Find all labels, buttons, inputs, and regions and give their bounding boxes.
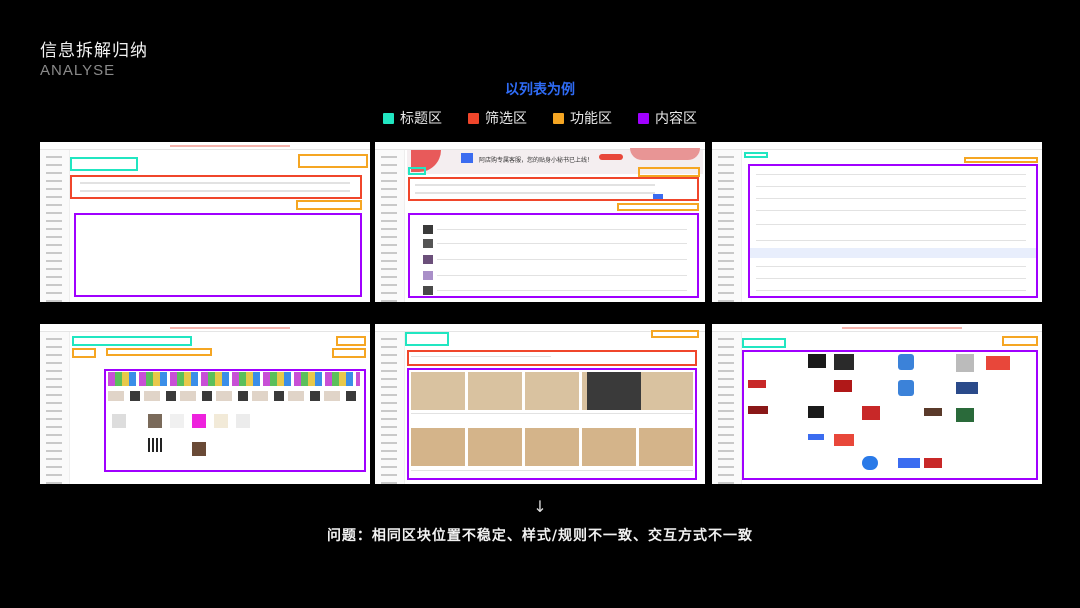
screenshot-list-5 <box>375 324 705 484</box>
legend: 标题区 筛选区 功能区 内容区 <box>0 108 1080 128</box>
bot-icon <box>461 153 473 163</box>
page-title-cn: 信息拆解归纳 <box>40 41 148 61</box>
screenshot-list-1 <box>40 142 370 302</box>
region-function <box>298 154 368 168</box>
legend-swatch <box>638 112 649 124</box>
sidebar <box>375 150 405 302</box>
region-title <box>744 152 768 158</box>
region-title <box>72 336 192 346</box>
page-title-en: ANALYSE <box>40 62 116 79</box>
thumbnail-row <box>411 428 693 466</box>
legend-item-filter: 筛选区 <box>468 108 527 128</box>
thumbnail-row <box>108 372 360 386</box>
region-filter <box>70 175 362 199</box>
region-content <box>74 213 362 297</box>
legend-label: 筛选区 <box>485 111 527 127</box>
sidebar <box>712 332 742 484</box>
region-function <box>638 167 700 177</box>
legend-item-function: 功能区 <box>553 108 612 128</box>
screenshot-list-2: 阿店购专属客服，您的贴身小秘书已上线！ <box>375 142 705 302</box>
legend-label: 内容区 <box>655 111 697 127</box>
region-function <box>617 203 699 211</box>
sidebar <box>712 150 742 302</box>
screenshot-list-4 <box>40 324 370 484</box>
sidebar <box>375 332 405 484</box>
region-function <box>964 157 1038 163</box>
legend-swatch <box>553 112 564 124</box>
region-filter <box>407 350 697 366</box>
region-function <box>336 336 366 346</box>
region-title <box>742 338 786 348</box>
legend-item-title: 标题区 <box>383 108 442 128</box>
sidebar <box>40 332 70 484</box>
region-function <box>296 200 362 210</box>
banner-text: 阿店购专属客服，您的贴身小秘书已上线！ <box>479 157 594 164</box>
screenshot-list-6 <box>712 324 1042 484</box>
legend-label: 功能区 <box>570 111 612 127</box>
legend-swatch <box>468 112 479 124</box>
region-function <box>106 348 212 356</box>
region-function <box>1002 336 1038 346</box>
thumbnail-row <box>411 372 693 410</box>
down-arrow-icon: ↓ <box>533 497 547 516</box>
problem-statement: 问题：相同区块位置不稳定、样式/规则不一致、交互方式不一致 <box>326 528 754 544</box>
region-title <box>408 167 426 175</box>
sidebar <box>40 150 70 302</box>
region-function <box>332 348 366 358</box>
region-title <box>405 332 449 346</box>
thumbnail-row <box>108 391 360 401</box>
region-content <box>408 213 699 298</box>
region-title <box>70 157 138 171</box>
legend-swatch <box>383 112 394 124</box>
section-subtitle: 以列表为例 <box>505 82 575 98</box>
region-function <box>72 348 96 358</box>
legend-item-content: 内容区 <box>638 108 697 128</box>
region-function <box>651 330 699 338</box>
legend-label: 标题区 <box>400 111 442 127</box>
app-topbar <box>712 142 1042 150</box>
screenshot-list-3 <box>712 142 1042 302</box>
